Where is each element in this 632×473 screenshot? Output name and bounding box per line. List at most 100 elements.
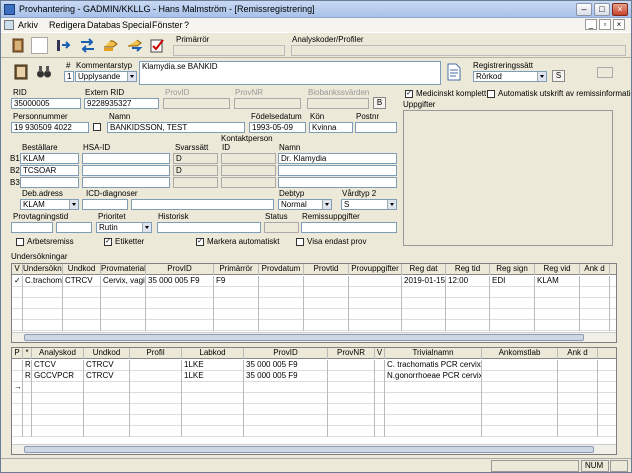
- undersokningar-cell[interactable]: [12, 298, 23, 309]
- fodelsedatum-field[interactable]: 1993-05-09: [249, 122, 306, 133]
- maximize-button[interactable]: □: [594, 3, 610, 16]
- analyser-cell[interactable]: [328, 371, 375, 382]
- analyser-header-cell[interactable]: Ankomstlab: [482, 348, 558, 359]
- analyser-cell[interactable]: 35 000 005 F9: [244, 371, 328, 382]
- analyser-cell[interactable]: [32, 404, 84, 415]
- undersokningar-cell[interactable]: [214, 309, 259, 320]
- checklist-icon[interactable]: [149, 37, 166, 54]
- analyser-cell[interactable]: [558, 404, 598, 415]
- undersokningar-cell[interactable]: [63, 320, 101, 331]
- analyser-header-cell[interactable]: P: [12, 348, 23, 359]
- analyser-cell[interactable]: [558, 360, 598, 371]
- debtyp-select[interactable]: Normal: [278, 199, 332, 210]
- undersokningar-cell[interactable]: [490, 320, 535, 331]
- analyser-row[interactable]: R GCCVPCR CTRCV 1LKE 35 000 005 F9 N.gonorrho…: [12, 371, 616, 382]
- undersokningar-cell[interactable]: KLAM: [535, 276, 580, 287]
- analyser-cell[interactable]: [375, 371, 385, 382]
- undersokningar-header-cell[interactable]: Reg tid: [446, 264, 490, 275]
- undersokningar-cell[interactable]: ✓: [12, 276, 23, 287]
- analyser-cell[interactable]: [84, 415, 130, 426]
- analyser-header-cell[interactable]: Trivialnamn: [385, 348, 482, 359]
- analyser-header-cell[interactable]: Labkod: [182, 348, 244, 359]
- analyser-cell[interactable]: [482, 415, 558, 426]
- analyser-cell[interactable]: [12, 404, 23, 415]
- undersokningar-cell[interactable]: [349, 320, 402, 331]
- uppgifter-textarea[interactable]: [403, 110, 613, 246]
- arbetsremiss-checkbox[interactable]: [16, 238, 24, 246]
- document-icon[interactable]: [4, 20, 14, 30]
- analyser-cell[interactable]: [130, 415, 182, 426]
- undersokningar-cell[interactable]: CTRCV: [63, 276, 101, 287]
- undersokningar-cell[interactable]: [446, 320, 490, 331]
- analyser-cell[interactable]: [23, 426, 32, 437]
- mdi-close-button[interactable]: ×: [613, 19, 625, 30]
- binoculars-icon[interactable]: [36, 64, 52, 80]
- undersokningar-cell[interactable]: [446, 309, 490, 320]
- analyser-cell[interactable]: [328, 382, 375, 393]
- analyser-cell[interactable]: [558, 415, 598, 426]
- undersokningar-cell[interactable]: [535, 309, 580, 320]
- send-icon[interactable]: [126, 37, 143, 54]
- personnummer-field[interactable]: 19 930509 4022: [11, 122, 89, 133]
- analyser-cell[interactable]: [182, 426, 244, 437]
- menu-help[interactable]: ?: [184, 20, 189, 30]
- undersokningar-cell[interactable]: [580, 298, 610, 309]
- analyser-cell[interactable]: N.gonorrhoeae PCR cervix/vagina: [385, 371, 482, 382]
- analyser-cell[interactable]: [482, 426, 558, 437]
- analyser-cell[interactable]: [328, 404, 375, 415]
- undersokningar-header-cell[interactable]: Ank d: [580, 264, 610, 275]
- analyser-cell[interactable]: →: [12, 382, 23, 393]
- analyser-cell[interactable]: [12, 360, 23, 371]
- undersokningar-cell[interactable]: [101, 309, 146, 320]
- analyser-cell[interactable]: [482, 382, 558, 393]
- undersokningar-cell[interactable]: F9: [214, 276, 259, 287]
- undersokningar-header-cell[interactable]: Undkod: [63, 264, 101, 275]
- analyser-cell[interactable]: [32, 415, 84, 426]
- analyser-header-cell[interactable]: V: [375, 348, 385, 359]
- menu-fonster[interactable]: Fönster: [152, 20, 183, 30]
- analyser-cell[interactable]: CTCV: [32, 360, 84, 371]
- analyser-cell[interactable]: [84, 426, 130, 437]
- postnr-field[interactable]: [355, 122, 397, 133]
- undersokningar-cell[interactable]: [304, 320, 349, 331]
- analyser-header-cell[interactable]: Analyskod: [32, 348, 84, 359]
- undersokningar-cell[interactable]: [349, 309, 402, 320]
- undersokningar-cell[interactable]: [535, 320, 580, 331]
- undersokningar-cell[interactable]: Cervix, vagina: [101, 276, 146, 287]
- analyser-row[interactable]: [12, 404, 616, 415]
- undersokningar-cell[interactable]: [259, 298, 304, 309]
- scroll-thumb[interactable]: [24, 334, 584, 341]
- analyser-cell[interactable]: [130, 404, 182, 415]
- analyser-cell[interactable]: [130, 426, 182, 437]
- b3-kontakt-namn-field[interactable]: [278, 177, 397, 188]
- visa-endast-checkbox[interactable]: [296, 238, 304, 246]
- undersokningar-cell[interactable]: 12:00: [446, 276, 490, 287]
- mdi-restore-button[interactable]: ▫: [599, 19, 611, 30]
- kommentar-textarea[interactable]: Klamydia.se BANKID: [139, 61, 441, 85]
- analyser-cell[interactable]: [385, 393, 482, 404]
- undersokningar-header-cell[interactable]: Reg dat: [402, 264, 446, 275]
- analyser-cell[interactable]: [32, 382, 84, 393]
- medicinskt-checkbox[interactable]: ✓: [405, 90, 413, 98]
- menu-redigera[interactable]: Redigera: [49, 20, 86, 30]
- undersokningar-cell[interactable]: [580, 287, 610, 298]
- transfer-icon[interactable]: [79, 37, 96, 54]
- analyser-cell[interactable]: [84, 393, 130, 404]
- minimize-button[interactable]: –: [576, 3, 592, 16]
- undersokningar-cell[interactable]: [259, 309, 304, 320]
- historisk-field[interactable]: [157, 222, 261, 233]
- undersokningar-cell[interactable]: [63, 298, 101, 309]
- analyser-cell[interactable]: 35 000 005 F9: [244, 360, 328, 371]
- analyser-row[interactable]: [12, 393, 616, 404]
- analyser-cell[interactable]: CTRCV: [84, 360, 130, 371]
- undersokningar-cell[interactable]: [304, 309, 349, 320]
- menu-arkiv[interactable]: Arkiv: [18, 20, 38, 30]
- analyser-cell[interactable]: [23, 393, 32, 404]
- analyser-scrollbar[interactable]: [12, 444, 616, 454]
- icd-field-2[interactable]: [131, 199, 274, 210]
- undersokningar-cell[interactable]: [535, 287, 580, 298]
- undersokningar-cell[interactable]: EDI: [490, 276, 535, 287]
- kommentarstyp-select[interactable]: Upplysande: [75, 71, 137, 82]
- analyser-cell[interactable]: [385, 415, 482, 426]
- s-button[interactable]: S: [552, 70, 565, 82]
